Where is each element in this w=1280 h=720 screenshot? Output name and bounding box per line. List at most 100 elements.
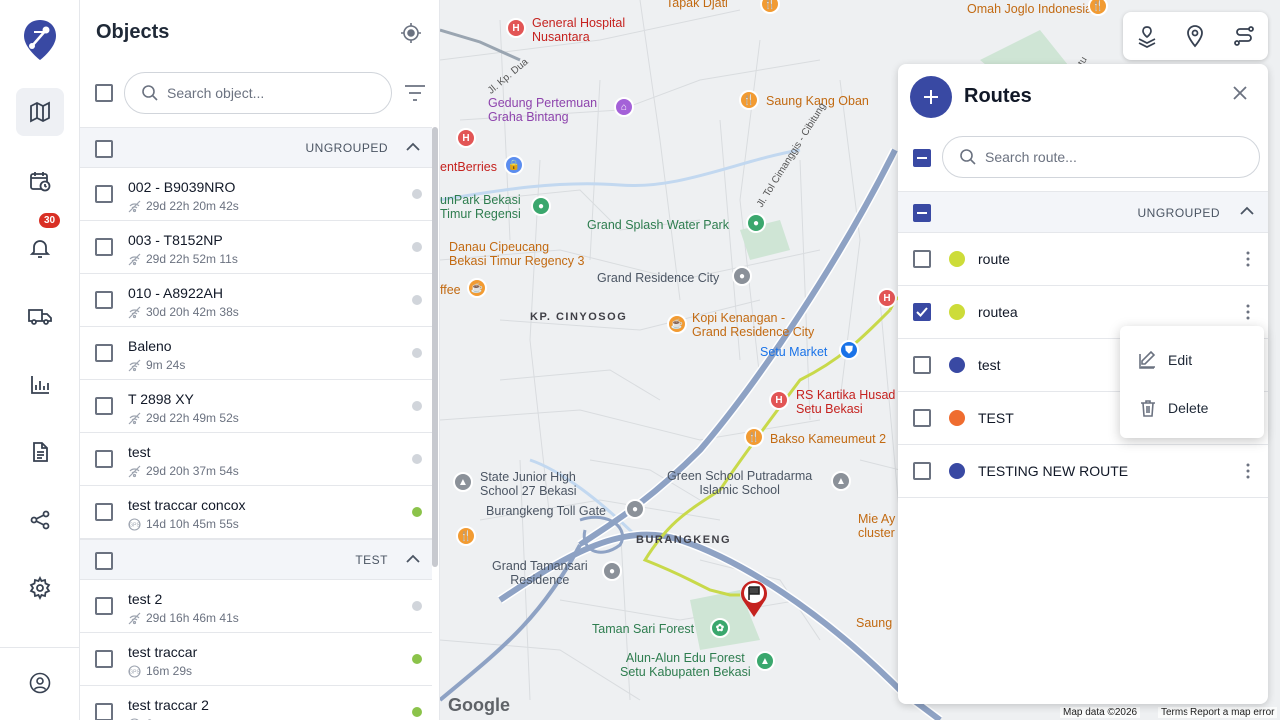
last-seen-text: 29d 22h 49m 52s — [146, 411, 239, 425]
object-last-seen: 30d 20h 42m 38s — [128, 305, 239, 319]
object-checkbox[interactable] — [95, 650, 113, 668]
park-pin-icon[interactable]: ✿ — [710, 618, 730, 638]
nav-share[interactable] — [16, 496, 64, 544]
park-pin-icon[interactable]: ● — [746, 213, 766, 233]
select-all-routes-checkbox[interactable] — [913, 149, 931, 167]
cafe-pin-icon[interactable]: ☕ — [667, 314, 687, 334]
more-vertical-icon[interactable] — [1240, 249, 1256, 269]
object-row[interactable]: 003 - T8152NP 29d 22h 52m 11s — [80, 221, 432, 274]
select-all-objects-checkbox[interactable] — [95, 84, 113, 102]
object-name: test traccar — [128, 644, 198, 660]
object-checkbox[interactable] — [95, 503, 113, 521]
object-row[interactable]: 010 - A8922AH 30d 20h 42m 38s — [80, 274, 432, 327]
route-checkbox[interactable] — [913, 250, 931, 268]
nav-reports[interactable] — [16, 361, 64, 409]
route-plan-icon[interactable] — [1135, 24, 1159, 48]
object-row[interactable]: T 2898 XY 29d 22h 49m 52s — [80, 380, 432, 433]
route-search — [942, 136, 1260, 178]
object-row[interactable]: test traccar concox GPS 14d 10h 45m 55s — [80, 486, 432, 539]
more-vertical-icon[interactable] — [1240, 302, 1256, 322]
object-checkbox[interactable] — [95, 450, 113, 468]
flag-marker-icon[interactable] — [738, 578, 770, 618]
status-dot — [412, 242, 422, 252]
calendar-clock-icon — [30, 172, 51, 192]
hospital-pin-icon[interactable]: H — [769, 390, 789, 410]
group-checkbox[interactable] — [95, 552, 113, 570]
hospital-pin-icon[interactable]: H — [506, 18, 526, 38]
object-search-input[interactable] — [167, 85, 367, 101]
nav-notifications[interactable]: 30 — [16, 212, 64, 272]
route-checkbox[interactable] — [913, 462, 931, 480]
nav-account[interactable] — [16, 659, 64, 707]
park-pin-icon[interactable]: ● — [531, 196, 551, 216]
route-name: TESTING NEW ROUTE — [978, 463, 1129, 479]
add-route-button[interactable] — [910, 76, 952, 118]
report-map-error-link[interactable]: Report a map error — [1187, 707, 1278, 718]
side-rail: 30 — [0, 0, 80, 720]
object-row[interactable]: test traccar GPS 16m 29s — [80, 633, 432, 686]
object-checkbox[interactable] — [95, 397, 113, 415]
place-pin-icon[interactable]: ● — [732, 266, 752, 286]
object-row[interactable]: test 29d 20h 37m 54s — [80, 433, 432, 486]
object-checkbox[interactable] — [95, 344, 113, 362]
route-search-input[interactable] — [985, 149, 1185, 165]
market-pin-icon[interactable]: ⛊ — [839, 340, 859, 360]
chevron-up-icon[interactable] — [406, 554, 420, 564]
nav-map[interactable] — [16, 88, 64, 136]
object-checkbox[interactable] — [95, 597, 113, 615]
nav-settings[interactable] — [16, 564, 64, 612]
restaurant-pin-icon[interactable]: 🍴 — [456, 526, 476, 546]
object-checkbox[interactable] — [95, 185, 113, 203]
object-row[interactable]: 002 - B9039NRO 29d 22h 20m 42s — [80, 168, 432, 221]
object-checkbox[interactable] — [95, 703, 113, 720]
route-checkbox[interactable] — [913, 303, 931, 321]
chevron-up-icon[interactable] — [1240, 206, 1254, 216]
route-row[interactable]: route — [898, 233, 1268, 286]
nav-documents[interactable] — [16, 428, 64, 476]
object-row[interactable]: test 2 29d 16h 46m 41s — [80, 580, 432, 633]
object-checkbox[interactable] — [95, 238, 113, 256]
place-pin-icon[interactable]: ● — [602, 561, 622, 581]
route-checkbox[interactable] — [913, 356, 931, 374]
location-pin-icon[interactable] — [1183, 24, 1207, 48]
group-header-test[interactable]: TEST — [80, 539, 432, 580]
area-label-kp-cinyosog: KP. CINYOSOG — [530, 311, 628, 323]
edit-route-menu-item[interactable]: Edit — [1120, 336, 1264, 384]
restaurant-pin-icon[interactable]: 🍴 — [739, 90, 759, 110]
group-checkbox[interactable] — [95, 140, 113, 158]
map-label-taman-sari: Taman Sari Forest — [592, 622, 695, 636]
venue-pin-icon[interactable]: ⌂ — [614, 97, 634, 117]
status-dot — [412, 189, 422, 199]
nav-schedule[interactable] — [16, 157, 64, 205]
shop-pin-icon[interactable]: 🔒 — [504, 155, 524, 175]
route-row[interactable]: TESTING NEW ROUTE — [898, 445, 1268, 498]
group-checkbox[interactable] — [913, 204, 931, 222]
close-icon[interactable] — [1232, 85, 1248, 101]
routes-icon[interactable] — [1232, 24, 1256, 48]
school-pin-icon[interactable]: ▲ — [453, 472, 473, 492]
route-group-header[interactable]: UNGROUPED — [898, 191, 1268, 233]
cafe-pin-icon[interactable]: ☕ — [467, 278, 487, 298]
restaurant-pin-icon[interactable]: 🍴 — [744, 427, 764, 447]
map-toolbar — [1123, 12, 1268, 60]
object-row[interactable]: test traccar 2GPS6s — [80, 686, 432, 720]
route-checkbox[interactable] — [913, 409, 931, 427]
locate-icon[interactable] — [400, 22, 422, 44]
filter-icon[interactable] — [404, 84, 426, 102]
group-label: UNGROUPED — [305, 141, 388, 155]
map-data-attribution: Map data ©2026 — [1060, 707, 1141, 718]
place-pin-icon[interactable]: ● — [625, 499, 645, 519]
app-logo-icon[interactable] — [22, 18, 58, 62]
park-pin-icon[interactable]: ▲ — [755, 651, 775, 671]
school-pin-icon[interactable]: ▲ — [831, 471, 851, 491]
hospital-pin-icon[interactable]: H — [877, 288, 897, 308]
delete-route-menu-item[interactable]: Delete — [1120, 384, 1264, 432]
nav-vehicles[interactable] — [16, 292, 64, 340]
object-checkbox[interactable] — [95, 291, 113, 309]
more-vertical-icon[interactable] — [1240, 461, 1256, 481]
object-row[interactable]: Baleno 9m 24s — [80, 327, 432, 380]
object-list-scrollbar[interactable] — [432, 127, 438, 567]
hospital-pin-icon[interactable]: H — [456, 128, 476, 148]
chevron-up-icon[interactable] — [406, 142, 420, 152]
group-header-ungrouped[interactable]: UNGROUPED — [80, 127, 432, 168]
